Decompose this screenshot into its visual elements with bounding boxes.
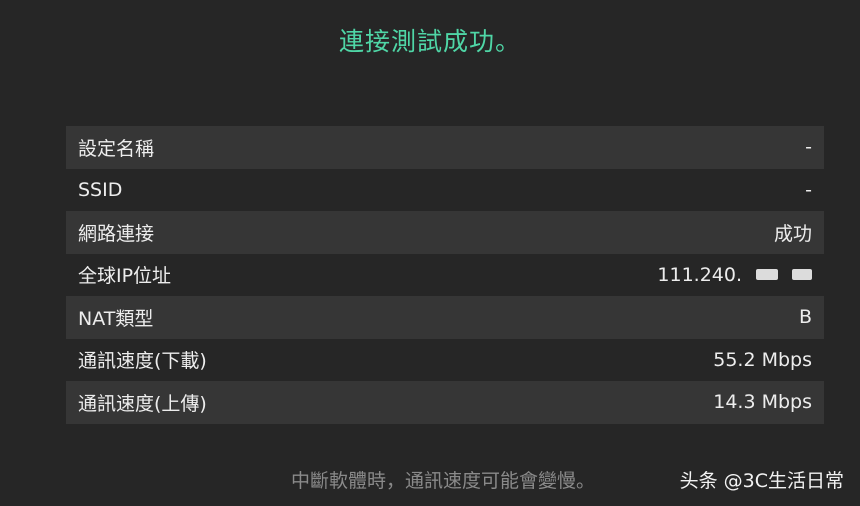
row-label: 全球IP位址: [78, 265, 172, 288]
redaction-mask: [792, 269, 812, 281]
results-table: 設定名稱 - SSID - 網路連接 成功 全球IP位址 111.240. NA…: [66, 126, 824, 424]
row-label: SSID: [78, 178, 123, 201]
row-value: 成功: [773, 222, 812, 245]
row-label: NAT類型: [78, 307, 154, 330]
watermark: 头条 @3C生活日常: [679, 470, 844, 492]
row-upload-speed: 通訊速度(上傳) 14.3 Mbps: [66, 381, 824, 424]
row-value: 111.240.: [657, 263, 742, 286]
row-label: 通訊速度(下載): [78, 350, 207, 373]
redaction-mask: [756, 269, 778, 281]
row-value: 55.2 Mbps: [713, 348, 812, 371]
row-download-speed: 通訊速度(下載) 55.2 Mbps: [66, 339, 824, 382]
row-ssid: SSID -: [66, 169, 824, 212]
row-value: -: [805, 136, 812, 159]
row-value: 14.3 Mbps: [713, 391, 812, 414]
row-label: 通訊速度(上傳): [78, 392, 207, 415]
page-title: 連接測試成功。: [338, 27, 521, 56]
row-global-ip: 全球IP位址 111.240.: [66, 254, 824, 297]
ip-value-group: 111.240.: [657, 264, 812, 286]
row-settings-name: 設定名稱 -: [66, 126, 824, 169]
row-nat-type: NAT類型 B: [66, 296, 824, 339]
row-value: -: [805, 178, 812, 201]
row-network-connection: 網路連接 成功: [66, 211, 824, 254]
row-value: B: [798, 306, 812, 329]
row-label: 網路連接: [78, 222, 155, 245]
row-label: 設定名稱: [78, 137, 155, 160]
connection-test-screen: 連接測試成功。 設定名稱 - SSID - 網路連接 成功 全球IP位址 111…: [0, 0, 860, 506]
